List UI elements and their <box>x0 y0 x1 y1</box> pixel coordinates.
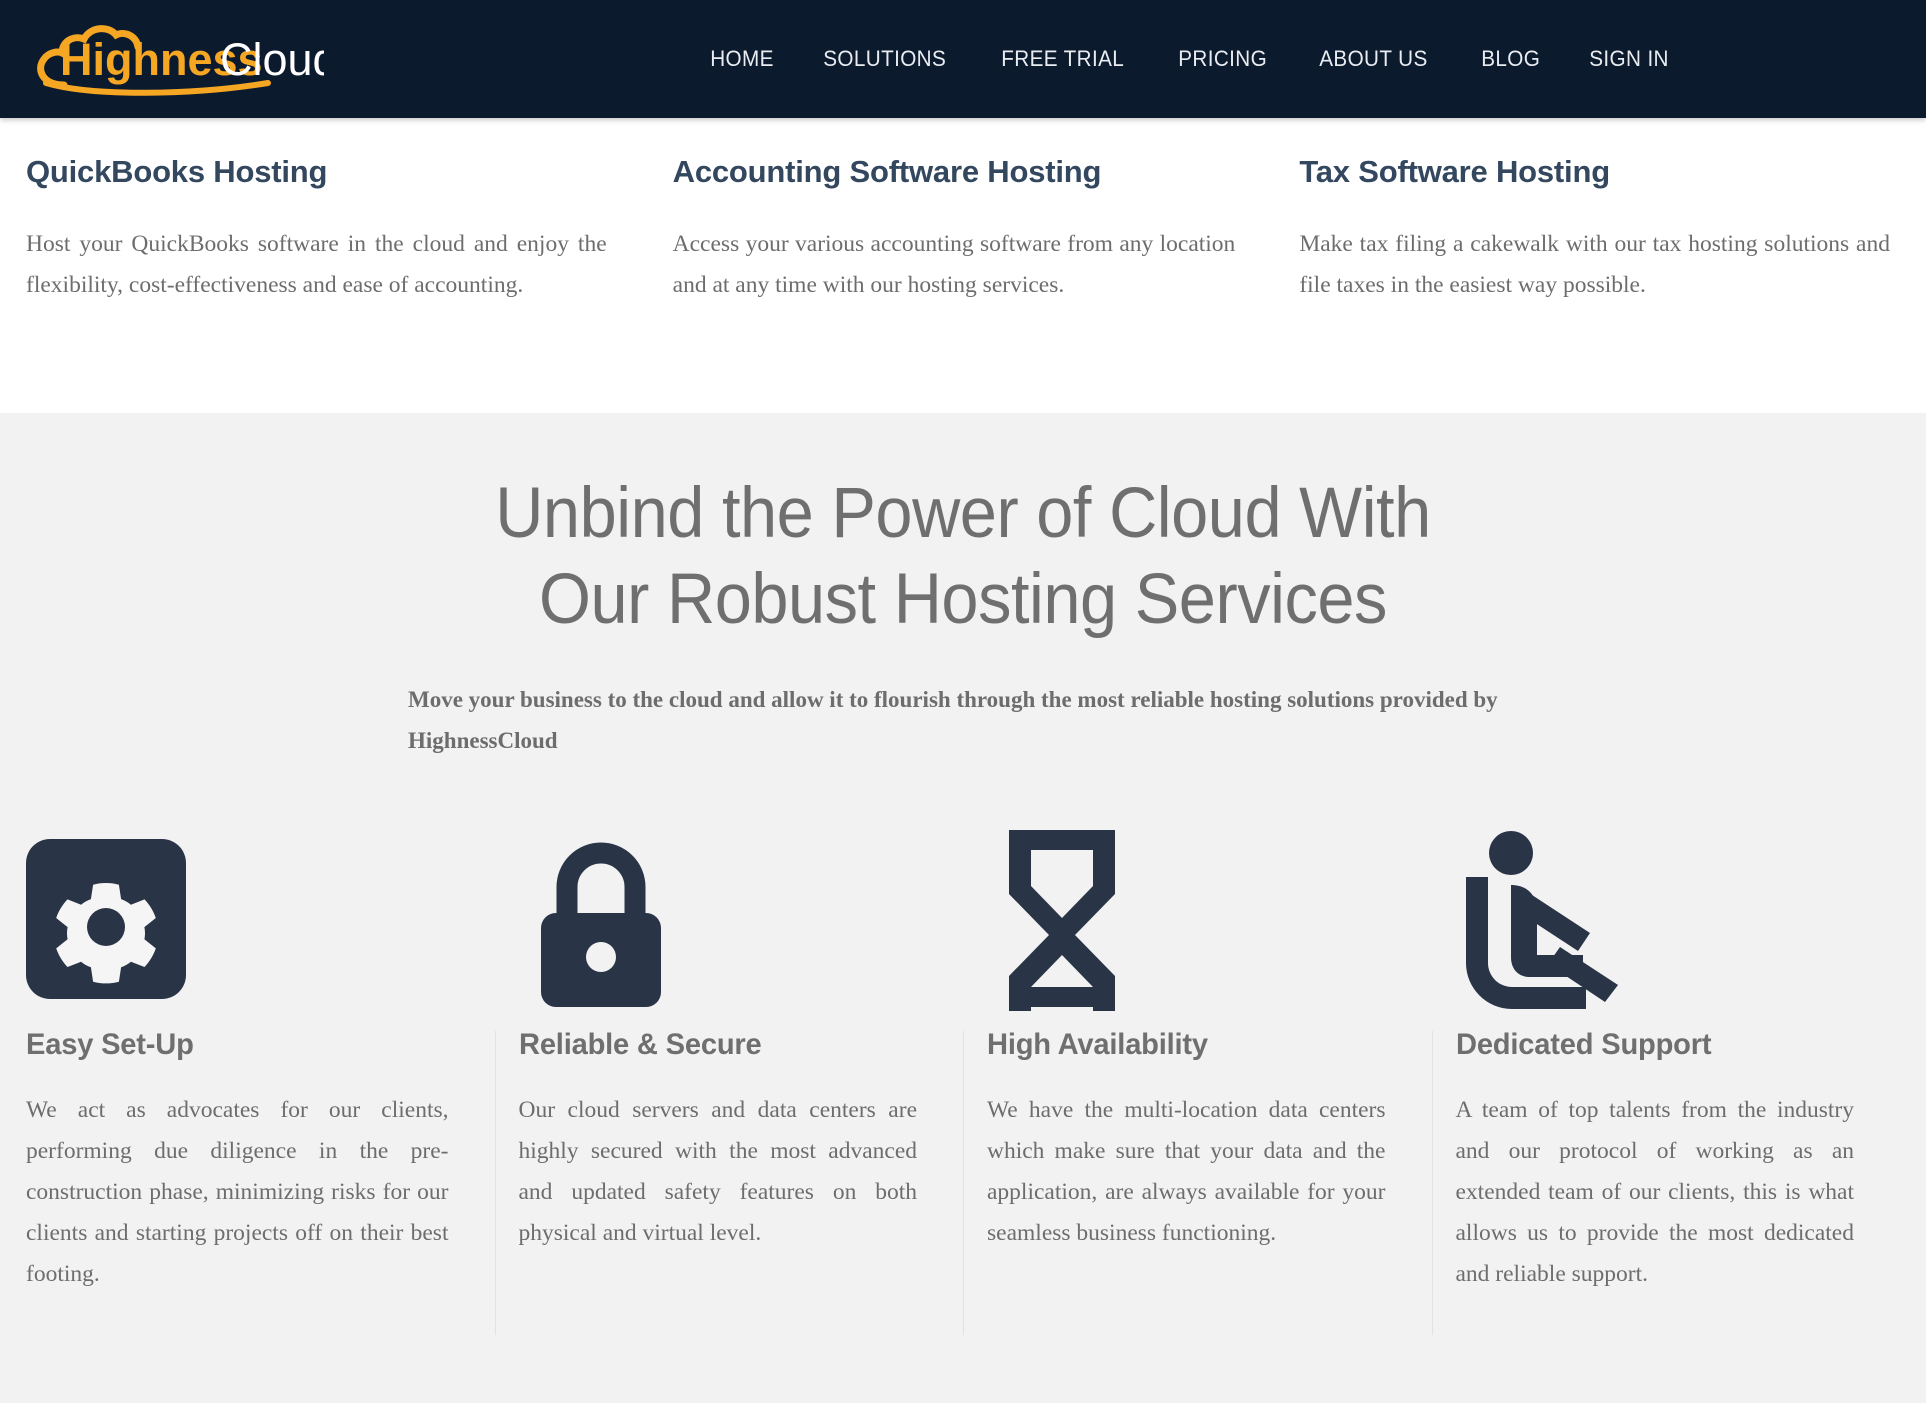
feature-text: We have the multi-location data centers … <box>987 1097 1386 1246</box>
nav-item-blog[interactable]: BLOG <box>1461 46 1560 72</box>
hosting-card-tax-software: Tax Software Hosting Make tax filing a c… <box>1275 154 1900 306</box>
page-title: Unbind the Power of Cloud With Our Robus… <box>58 471 1868 643</box>
hosting-card-accounting-software: Accounting Software Hosting Access your … <box>651 154 1276 306</box>
feature-text: We act as advocates for our clients, per… <box>26 1097 449 1287</box>
nav-item-pricing[interactable]: PRICING <box>1158 46 1287 72</box>
hosting-card-text: Make tax filing a cakewalk with our tax … <box>1299 231 1890 298</box>
nav-item-home[interactable]: HOME <box>690 46 794 72</box>
nav-item-about-us[interactable]: ABOUT US <box>1299 46 1448 72</box>
hourglass-icon <box>987 821 1386 1016</box>
seated-person-support-icon <box>1456 821 1855 1016</box>
nav-item-sign-in[interactable]: SIGN IN <box>1569 46 1689 72</box>
feature-reliable-secure: Reliable & Secure Our cloud servers and … <box>494 821 964 1335</box>
main-navigation[interactable]: HOME SOLUTIONS FREE TRIAL PRICING ABOUT … <box>690 0 1699 118</box>
hosting-card-title: Accounting Software Hosting <box>672 154 1102 189</box>
hosting-card-text: Host your QuickBooks software in the clo… <box>26 231 607 298</box>
nav-item-solutions[interactable]: SOLUTIONS <box>803 46 966 72</box>
hosting-card-title: QuickBooks Hosting <box>26 154 328 189</box>
feature-high-availability: High Availability We have the multi-loca… <box>963 821 1432 1335</box>
feature-title: Easy Set-Up <box>26 1028 194 1061</box>
svg-text:Cloud: Cloud <box>220 34 324 85</box>
feature-title: Reliable & Secure <box>518 1028 762 1061</box>
nav-item-free-trial[interactable]: FREE TRIAL <box>981 46 1144 72</box>
hero-subtitle: Move your business to the cloud and allo… <box>408 687 1498 753</box>
hero-title-line-2: Our Robust Hosting Services <box>539 560 1387 639</box>
feature-text: Our cloud servers and data centers are h… <box>518 1097 918 1246</box>
hosting-services-band: QuickBooks Hosting Host your QuickBooks … <box>0 118 1926 413</box>
site-logo[interactable]: Highness Cloud <box>24 9 324 109</box>
hosting-card-text: Access your various accounting software … <box>672 231 1236 298</box>
padlock-icon <box>519 821 918 1016</box>
feature-title: High Availability <box>987 1028 1208 1061</box>
features-row: Easy Set-Up We act as advocates for our … <box>0 821 1926 1335</box>
site-header: Highness Cloud HOME SOLUTIONS FREE TRIAL… <box>0 0 1926 118</box>
feature-easy-set-up: Easy Set-Up We act as advocates for our … <box>26 821 495 1295</box>
feature-dedicated-support: Dedicated Support A team of top talents … <box>1431 821 1901 1335</box>
hosting-card-quickbooks: QuickBooks Hosting Host your QuickBooks … <box>26 154 651 306</box>
hosting-card-title: Tax Software Hosting <box>1299 154 1610 189</box>
feature-text: A team of top talents from the industry … <box>1455 1097 1855 1287</box>
feature-title: Dedicated Support <box>1455 1028 1712 1061</box>
cloud-power-section: Unbind the Power of Cloud With Our Robus… <box>0 413 1926 1403</box>
cloud-logo-icon: Highness Cloud <box>37 25 324 96</box>
hero-title-line-1: Unbind the Power of Cloud With <box>495 474 1431 553</box>
gear-settings-icon <box>26 821 449 1016</box>
